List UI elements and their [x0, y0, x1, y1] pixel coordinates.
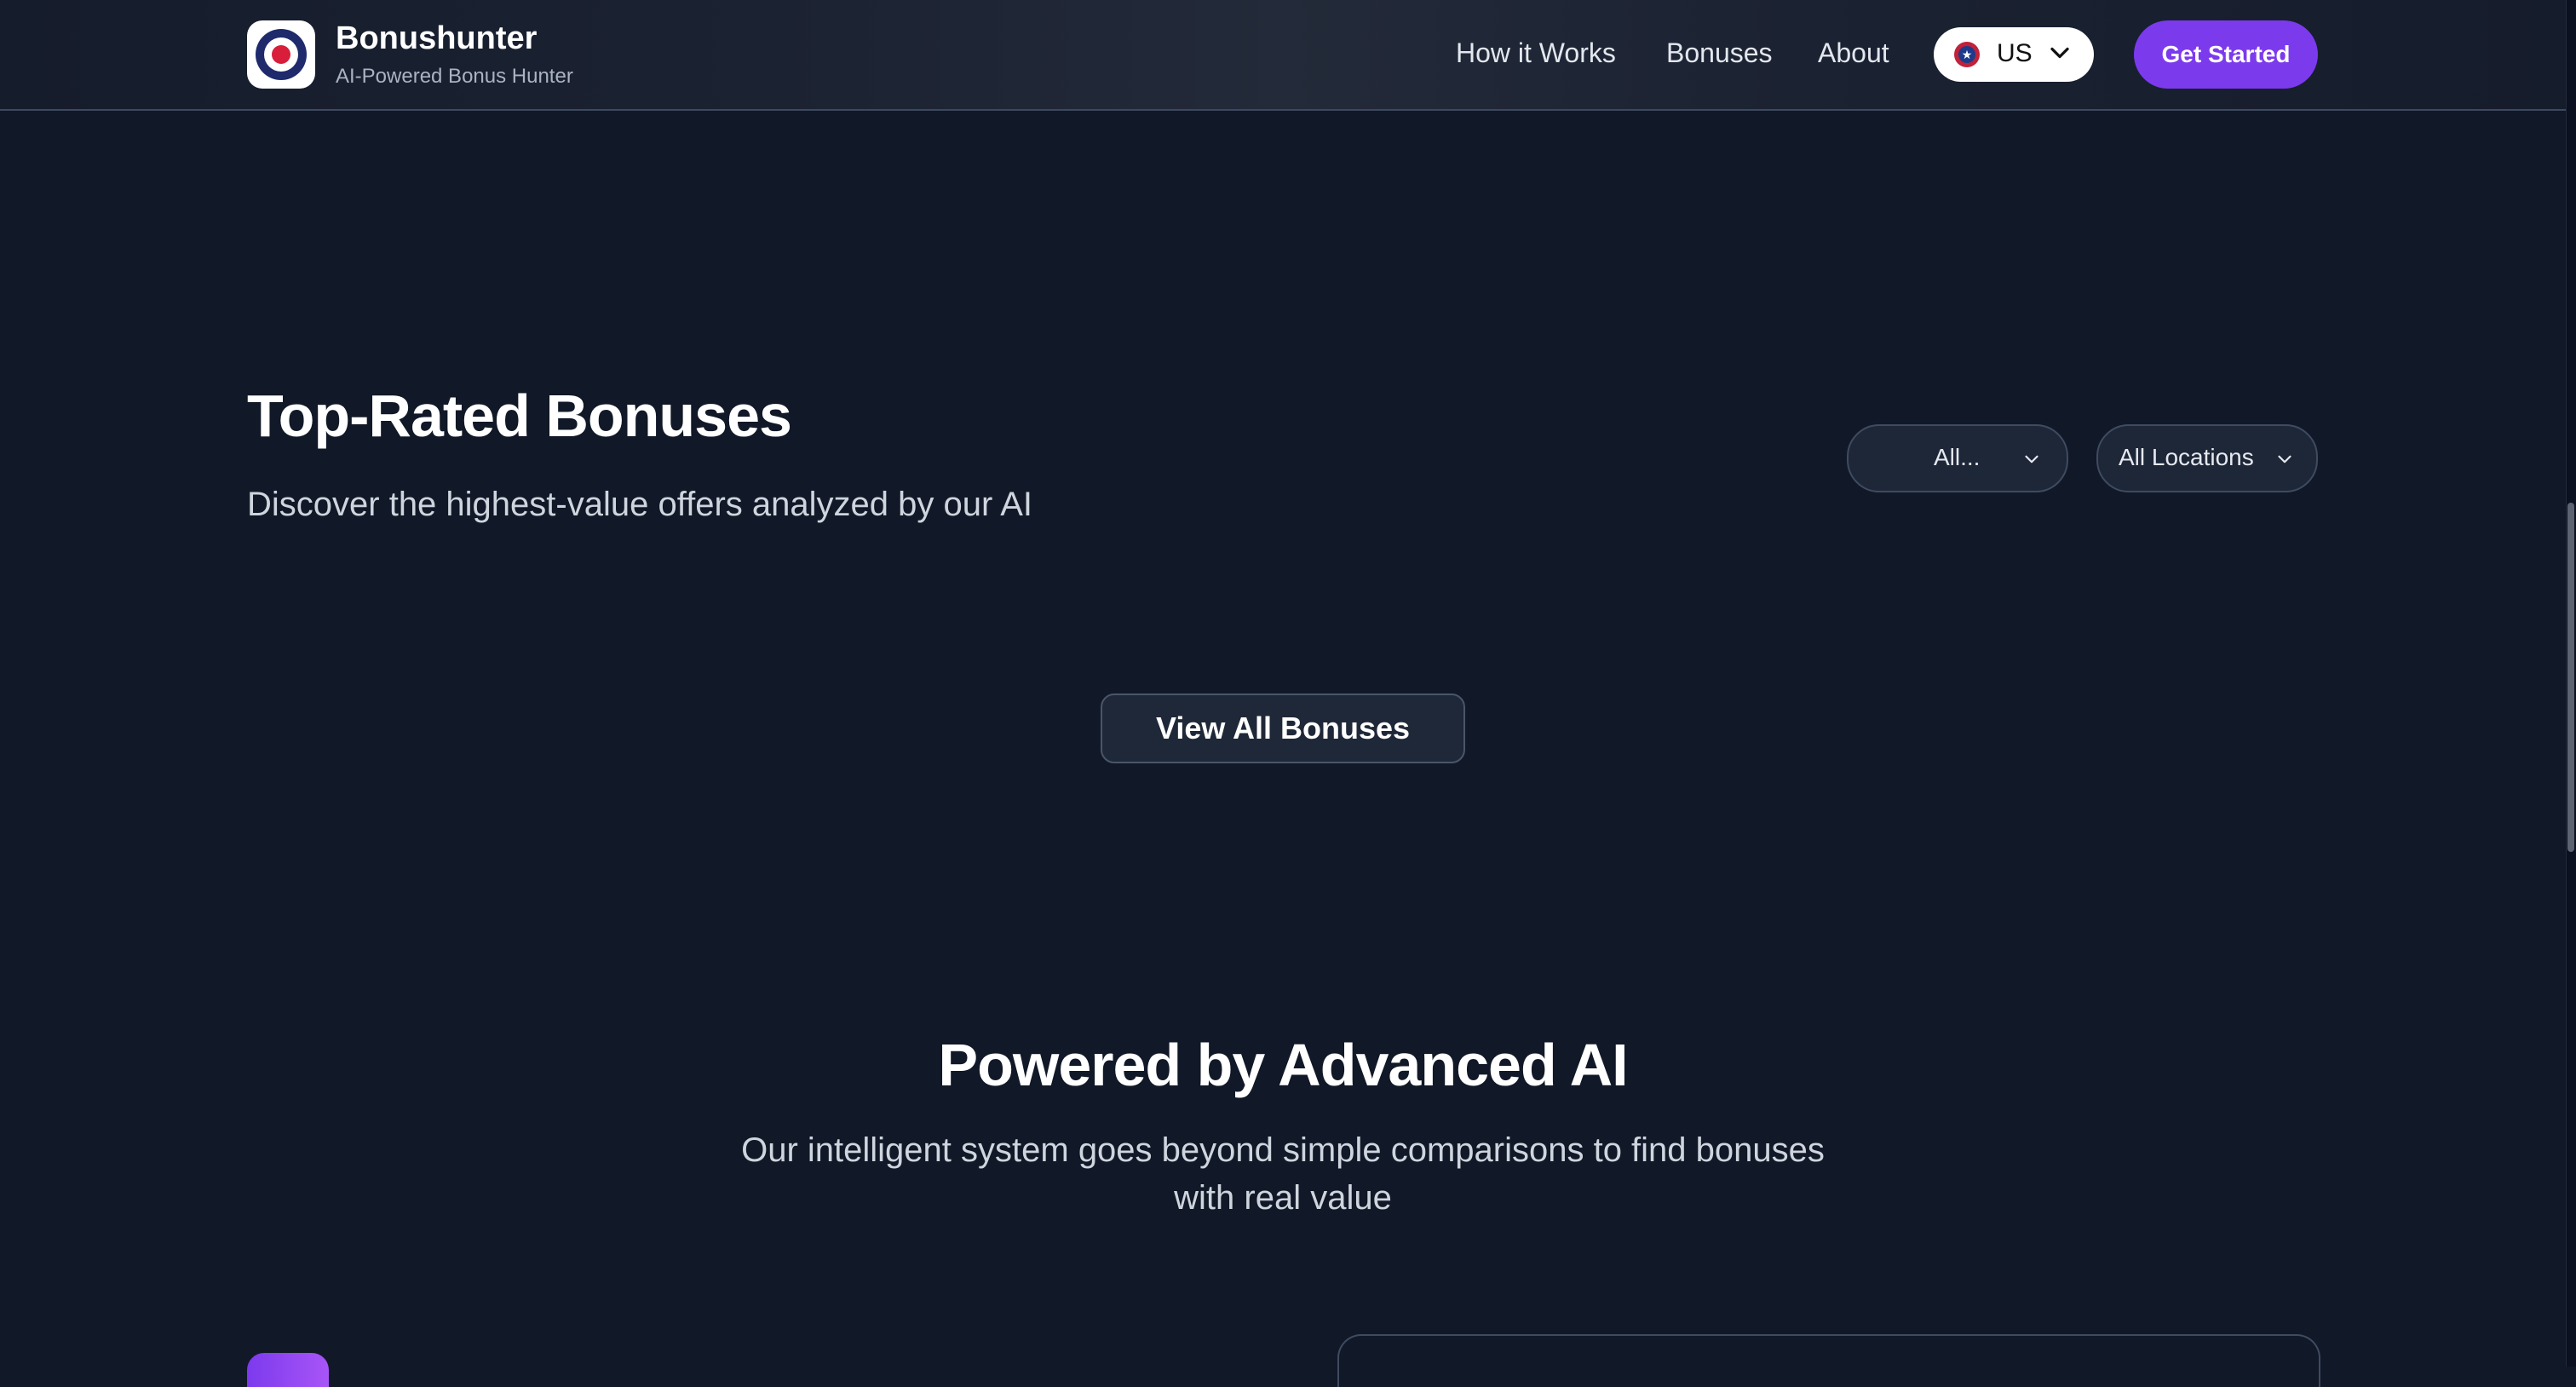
feature-icon — [247, 1353, 329, 1387]
target-bullseye — [272, 45, 290, 64]
location-filter-value: All Locations — [2119, 444, 2254, 470]
ai-section-title: Powered by Advanced AI — [938, 1032, 1628, 1098]
nav-bonuses[interactable]: Bonuses — [1666, 37, 1773, 69]
location-filter-select[interactable]: All Locations — [2096, 424, 2318, 492]
category-filter-select[interactable]: All... — [1847, 424, 2068, 492]
brand-tagline: AI-Powered Bonus Hunter — [336, 65, 573, 88]
ai-section-subtitle-line1: Our intelligent system goes beyond simpl… — [741, 1131, 1825, 1169]
site-header: Bonushunter AI-Powered Bonus Hunter How … — [0, 0, 2566, 111]
country-selector[interactable]: ★ US — [1934, 27, 2094, 82]
chevron-down-icon — [2278, 455, 2291, 463]
brand-name[interactable]: Bonushunter — [336, 20, 537, 57]
chevron-down-icon — [2050, 47, 2069, 59]
top-rated-subtitle: Discover the highest-value offers analyz… — [247, 486, 1032, 523]
scrollbar-thumb[interactable] — [2567, 503, 2574, 852]
category-filter-value: All... — [1934, 444, 1981, 470]
ai-section-subtitle-line2: with real value — [1174, 1179, 1392, 1217]
chevron-down-icon — [2025, 455, 2038, 463]
view-all-bonuses-button[interactable]: View All Bonuses — [1101, 694, 1465, 763]
get-started-button[interactable]: Get Started — [2134, 20, 2318, 89]
country-selector-value: US — [1997, 39, 2033, 67]
us-flag-icon: ★ — [1954, 42, 1980, 67]
feature-preview-card — [1337, 1334, 2320, 1387]
page: Bonushunter AI-Powered Bonus Hunter How … — [0, 0, 2566, 1387]
top-rated-title: Top-Rated Bonuses — [247, 383, 792, 449]
nav-how-it-works[interactable]: How it Works — [1456, 37, 1616, 69]
nav-about[interactable]: About — [1818, 37, 1889, 69]
logo-icon[interactable] — [247, 20, 315, 89]
